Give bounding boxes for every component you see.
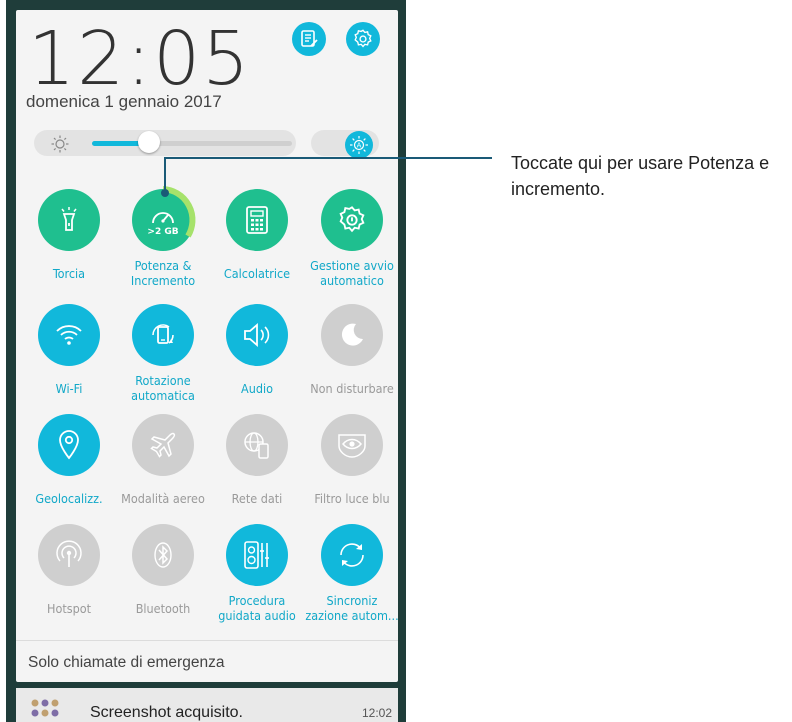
tile-label: Modalità aereo [121, 490, 205, 506]
tile-bluetooth[interactable]: Bluetooth [116, 524, 210, 624]
callout-line-horizontal [164, 157, 492, 159]
tile-wi-fi[interactable]: Wi-Fi [22, 304, 116, 404]
date: domenica 1 gennaio 2017 [26, 92, 222, 111]
tile-label: Non disturbare [310, 380, 394, 396]
notification-time: 12:02 [362, 706, 393, 720]
airplane-icon [147, 429, 179, 461]
tile-potenza-incremento[interactable]: >2 GB Potenza & Incremento [116, 186, 210, 289]
tile-torcia[interactable]: Torcia [22, 189, 116, 289]
tile-label: Wi-Fi [55, 380, 83, 396]
tile-toggle-button[interactable] [132, 524, 194, 586]
tile-toggle-button[interactable] [38, 304, 100, 366]
equalizer-icon [242, 539, 272, 571]
emergency-calls-status: Solo chiamate di emergenza [28, 654, 225, 671]
gear-icon [336, 204, 368, 236]
screenshot-notification[interactable]: Screenshot acquisito. 12:02 [16, 688, 398, 722]
hotspot-icon [54, 540, 84, 570]
tile-toggle-button[interactable] [321, 414, 383, 476]
speaker-icon [241, 321, 273, 349]
tile-label: Potenza & Incremento [130, 258, 196, 288]
tile-label: Procedura guidata audio [218, 593, 296, 623]
settings-icon [354, 29, 372, 48]
bluetooth-icon [149, 539, 177, 571]
svg-text:A: A [357, 142, 362, 150]
tile-gestione-avvio-automatico[interactable]: Gestione avvio automatico [305, 189, 399, 289]
tile-toggle-button[interactable] [226, 304, 288, 366]
tile-procedura-guidata-audio[interactable]: Procedura guidata audio [210, 524, 304, 624]
tile-toggle-button[interactable] [132, 304, 194, 366]
quick-settings-screen: 12:05 domenica 1 gennaio 2017 A Torcia >… [6, 0, 406, 722]
tile-label: Rotazione automatica [131, 373, 195, 403]
tile-rotazione-automatica[interactable]: Rotazione automatica [116, 304, 210, 404]
tile-label: Audio [241, 380, 273, 396]
tile-modalit-aereo[interactable]: Modalità aereo [116, 414, 210, 514]
calculator-icon [244, 205, 270, 235]
auto-brightness-icon: A [350, 136, 368, 154]
tile-toggle-button[interactable]: >2 GB [132, 186, 196, 251]
flashlight-icon [54, 205, 84, 235]
auto-brightness-button[interactable]: A [345, 131, 373, 159]
tile-toggle-button[interactable] [321, 189, 383, 251]
tile-toggle-button[interactable] [38, 414, 100, 476]
moon-icon [337, 320, 367, 350]
divider [16, 640, 398, 641]
wifi-icon [54, 322, 84, 348]
tile-filtro-luce-blu[interactable]: Filtro luce blu [305, 414, 399, 514]
rotation-icon [147, 319, 179, 351]
tile-toggle-button[interactable] [226, 524, 288, 586]
brightness-track-remaining [154, 141, 292, 146]
tile-label: Sincroniz zazione autom... [305, 593, 399, 623]
tile-sincroniz-zazione-autom[interactable]: Sincroniz zazione autom... [305, 524, 399, 624]
tile-toggle-button[interactable] [38, 524, 100, 586]
tile-hotspot[interactable]: Hotspot [22, 524, 116, 624]
sync-icon [335, 538, 369, 572]
location-pin-icon [56, 429, 82, 461]
tile-rete-dati[interactable]: Rete dati [210, 414, 304, 514]
clock: 12:05 [28, 16, 252, 102]
tile-audio[interactable]: Audio [210, 304, 304, 404]
tile-toggle-button[interactable] [38, 189, 100, 251]
notification-title: Screenshot acquisito. [90, 704, 243, 721]
notes-button[interactable] [292, 22, 326, 56]
tile-label: Gestione avvio automatico [310, 258, 394, 288]
brightness-icon [51, 135, 69, 153]
tile-label: Filtro luce blu [314, 490, 390, 506]
tile-label: Calcolatrice [223, 265, 291, 281]
eye-icon [336, 430, 368, 460]
tile-label: Hotspot [46, 600, 92, 616]
tile-toggle-button[interactable] [226, 414, 288, 476]
tile-toggle-button[interactable] [321, 304, 383, 366]
callout-text: Toccate qui per usare Potenza e incremen… [511, 153, 770, 199]
tile-label: Torcia [52, 265, 86, 281]
tile-label: Bluetooth [135, 600, 191, 616]
tile-calcolatrice[interactable]: Calcolatrice [210, 189, 304, 289]
tile-toggle-button[interactable] [132, 414, 194, 476]
globe-phone-icon [241, 429, 273, 461]
tile-label: Geolocalizz. [35, 490, 103, 506]
settings-button[interactable] [346, 22, 380, 56]
tile-geolocalizz[interactable]: Geolocalizz. [22, 414, 116, 514]
tile-label: Rete dati [231, 490, 283, 506]
tile-non-disturbare[interactable]: Non disturbare [305, 304, 399, 404]
notes-icon [301, 30, 318, 47]
tile-toggle-button[interactable] [321, 524, 383, 586]
screenshot-app-icon [31, 699, 59, 717]
brightness-slider-thumb[interactable] [138, 131, 160, 153]
tile-toggle-button[interactable] [226, 189, 288, 251]
callout-dot [161, 189, 169, 197]
